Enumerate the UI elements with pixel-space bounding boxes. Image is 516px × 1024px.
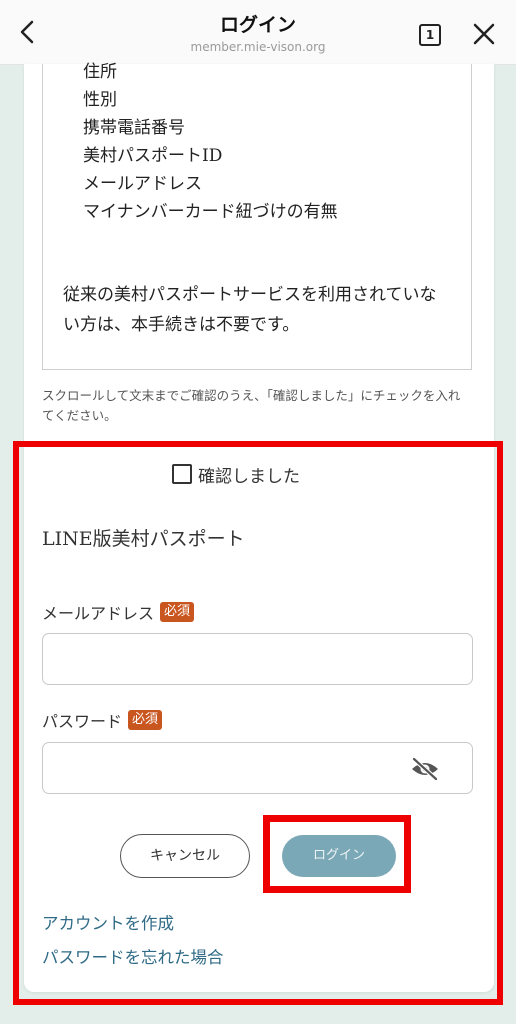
terms-list: 住所 性別 携帯電話番号 美村パスポートID メールアドレス マイナンバーカード…	[83, 58, 338, 226]
tab-count-button[interactable]: 1	[419, 24, 441, 46]
list-item: 住所	[83, 62, 117, 82]
highlight-login-button	[263, 815, 411, 893]
terms-scroll-box[interactable]: 住所 性別 携帯電話番号 美村パスポートID メールアドレス マイナンバーカード…	[42, 62, 472, 370]
list-item: メールアドレス	[83, 174, 202, 194]
list-item: マイナンバーカード紐づけの有無	[83, 202, 338, 222]
terms-note: 従来の美村パスポートサービスを利用されていない方は、本手続きは不要です。	[63, 285, 437, 335]
close-icon[interactable]	[470, 20, 498, 48]
scroll-hint-text: スクロールして文末までご確認のうえ、「確認しました」にチェックを入れてください。	[42, 388, 461, 423]
browser-header: ログイン member.mie-vison.org 1	[0, 0, 516, 65]
list-item: 性別	[83, 90, 117, 110]
list-item: 美村パスポートID	[83, 146, 223, 166]
list-item: 携帯電話番号	[83, 118, 185, 138]
highlight-form-area	[13, 441, 503, 1005]
